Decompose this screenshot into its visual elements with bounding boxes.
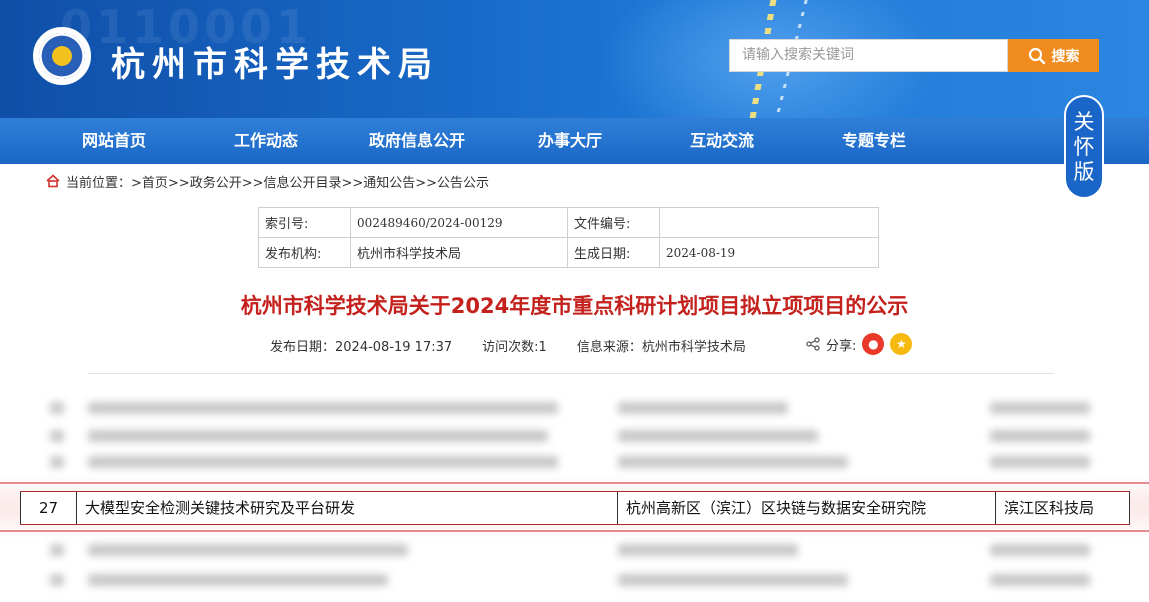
table-row bbox=[28, 448, 1128, 476]
info-source: 信息来源：杭州市科学技术局 bbox=[576, 340, 746, 355]
search-button[interactable]: 搜索 bbox=[1008, 39, 1099, 72]
share-icon bbox=[806, 337, 820, 351]
table-row bbox=[28, 566, 1128, 594]
qzone-share-icon[interactable]: ★ bbox=[890, 333, 913, 355]
search-icon bbox=[1028, 47, 1045, 64]
meta-date-value: 2024-08-19 bbox=[659, 237, 879, 268]
breadcrumb-prefix: 当前位置： bbox=[66, 175, 132, 191]
nav-item-special-topics[interactable]: 专题专栏 bbox=[842, 118, 906, 164]
nav-item-service-hall[interactable]: 办事大厅 bbox=[538, 118, 602, 164]
table-row bbox=[28, 422, 1128, 450]
highlight-line bbox=[0, 530, 1149, 532]
site-title[interactable]: 杭州市科学技术局 bbox=[111, 37, 439, 86]
care-mode-button[interactable]: 关 怀 版 bbox=[1064, 95, 1104, 199]
meta-doc-no-value bbox=[659, 207, 879, 238]
breadcrumb-path[interactable]: >首页>>政务公开>>信息公开目录>>通知公告>>公告公示 bbox=[131, 172, 489, 191]
article-info: 发布日期：2024-08-19 17:37 访问次数:1 信息来源：杭州市科学技… bbox=[270, 336, 776, 355]
nav-item-work-news[interactable]: 工作动态 bbox=[234, 118, 298, 164]
weibo-share-icon[interactable]: ● bbox=[862, 333, 885, 355]
project-name: 大模型安全检测关键技术研究及平台研发 bbox=[76, 492, 617, 524]
highlight-line bbox=[0, 482, 1149, 484]
document-meta-table: 索引号: 002489460/2024-00129 文件编号: 发布机构: 杭州… bbox=[258, 207, 879, 268]
meta-doc-no-label: 文件编号: bbox=[567, 207, 660, 238]
divider bbox=[88, 373, 1054, 374]
undertaking-unit: 杭州高新区（滨江）区块链与数据安全研究院 bbox=[617, 492, 995, 524]
publish-date: 发布日期：2024-08-19 17:37 bbox=[270, 340, 453, 355]
care-mode-char: 版 bbox=[1073, 159, 1095, 184]
search-button-label: 搜索 bbox=[1051, 48, 1080, 65]
row-number: 27 bbox=[20, 492, 76, 524]
meta-index-label: 索引号: bbox=[258, 207, 351, 238]
main-nav: 网站首页 工作动态 政府信息公开 办事大厅 互动交流 专题专栏 bbox=[0, 118, 1149, 164]
nav-item-interaction[interactable]: 互动交流 bbox=[690, 118, 754, 164]
home-icon bbox=[46, 174, 60, 188]
share-bar: 分享: ● ★ bbox=[806, 333, 913, 355]
meta-issuer-label: 发布机构: bbox=[258, 237, 351, 268]
search-input[interactable]: 请输入搜索关键词 bbox=[729, 39, 1008, 72]
share-label: 分享: bbox=[826, 338, 857, 354]
meta-date-label: 生成日期: bbox=[567, 237, 660, 268]
table-row bbox=[28, 394, 1128, 422]
meta-index-value: 002489460/2024-00129 bbox=[350, 207, 568, 238]
logo-emblem-icon bbox=[39, 33, 85, 79]
supervising-dept: 滨江区科技局 bbox=[995, 492, 1130, 524]
nav-item-home[interactable]: 网站首页 bbox=[82, 118, 146, 164]
table-row-highlighted: 27 大模型安全检测关键技术研究及平台研发 杭州高新区（滨江）区块链与数据安全研… bbox=[20, 491, 1130, 525]
breadcrumb: 当前位置： >首页>>政务公开>>信息公开目录>>通知公告>>公告公示 bbox=[46, 171, 489, 191]
care-mode-char: 怀 bbox=[1073, 134, 1095, 159]
table-row bbox=[28, 536, 1128, 564]
care-mode-char: 关 bbox=[1073, 109, 1095, 134]
visit-count: 访问次数:1 bbox=[482, 340, 547, 355]
meta-issuer-value: 杭州市科学技术局 bbox=[350, 237, 568, 268]
nav-item-gov-info[interactable]: 政府信息公开 bbox=[369, 118, 465, 164]
site-logo[interactable] bbox=[33, 27, 91, 85]
article-title: 杭州市科学技术局关于2024年度市重点科研计划项目拟立项项目的公示 bbox=[240, 294, 909, 318]
